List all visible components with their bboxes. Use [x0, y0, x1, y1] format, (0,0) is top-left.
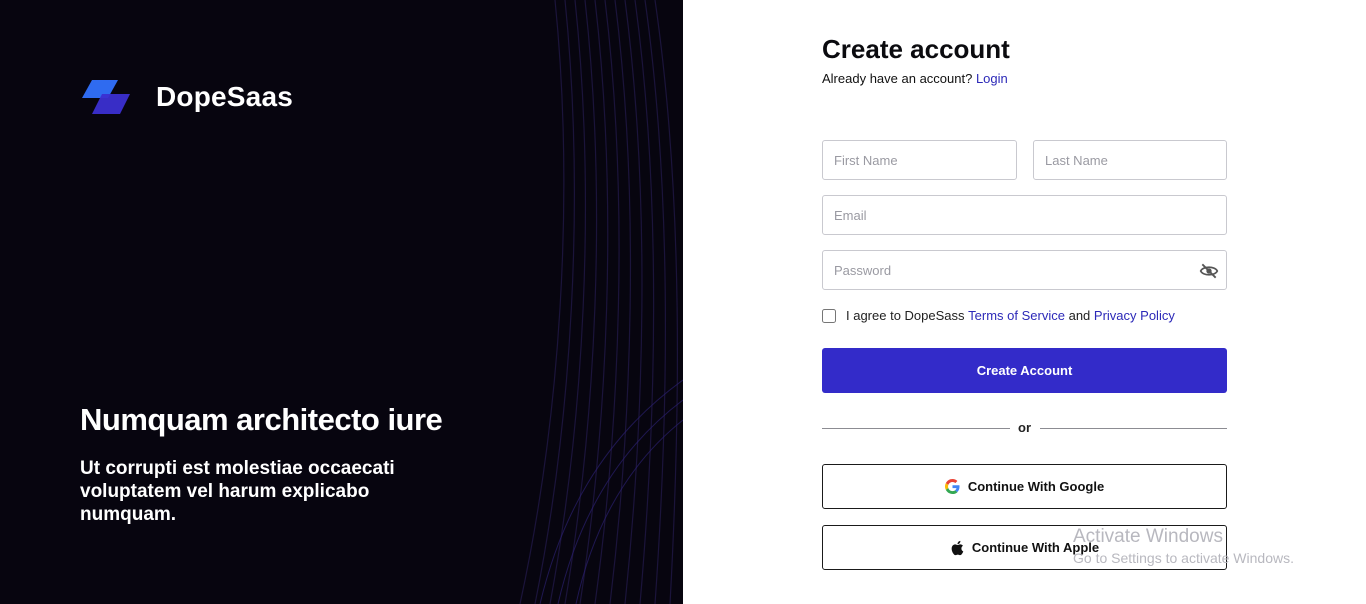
terms-agreement: I agree to DopeSass Terms of Service and… — [822, 308, 1175, 323]
apple-icon — [951, 540, 964, 555]
login-link[interactable]: Login — [976, 71, 1008, 86]
first-name-input[interactable] — [822, 140, 1017, 180]
or-divider: or — [822, 420, 1227, 436]
google-signin-button[interactable]: Continue With Google — [822, 464, 1227, 509]
login-prompt: Already have an account? Login — [822, 71, 1008, 86]
privacy-link[interactable]: Privacy Policy — [1094, 308, 1175, 323]
apple-button-label: Continue With Apple — [971, 540, 1100, 555]
logo-icon — [82, 80, 130, 114]
hero-title: Numquam architecto iure — [80, 402, 443, 437]
last-name-input[interactable] — [1033, 140, 1227, 180]
agree-and: and — [1068, 308, 1091, 323]
brand: DopeSaas — [80, 78, 293, 116]
terms-link[interactable]: Terms of Service — [968, 308, 1065, 323]
hero-subtitle: Ut corrupti est molestiae occaecati volu… — [80, 458, 395, 525]
google-button-label: Continue With Google — [967, 479, 1105, 494]
email-input[interactable] — [822, 195, 1227, 235]
terms-checkbox[interactable] — [822, 308, 836, 323]
create-account-button[interactable]: Create Account — [822, 348, 1227, 393]
password-input[interactable] — [822, 250, 1227, 290]
form-title: Create account — [822, 34, 1010, 64]
hero-panel: DopeSaas Numquam architecto iure Ut corr… — [0, 0, 683, 604]
divider-line-right — [1040, 428, 1227, 429]
brand-name: DopeSaas — [156, 81, 293, 112]
agree-prefix: I agree to DopeSass — [846, 308, 965, 323]
google-icon — [944, 479, 960, 494]
eye-off-icon[interactable] — [1199, 262, 1219, 280]
login-prompt-text: Already have an account? — [822, 71, 973, 86]
signup-panel: Create account Already have an account? … — [683, 0, 1366, 604]
apple-signin-button[interactable]: Continue With Apple — [822, 525, 1227, 570]
